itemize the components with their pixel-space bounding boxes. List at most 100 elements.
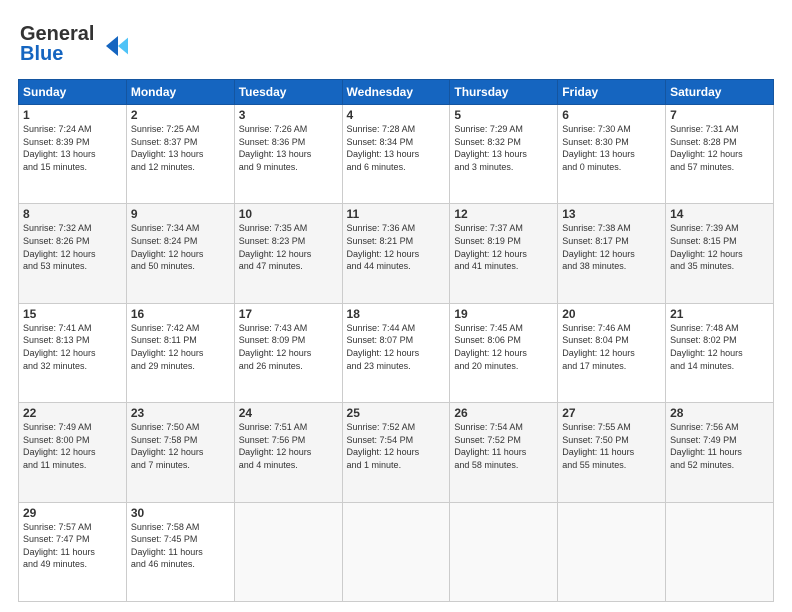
day-info: Sunrise: 7:25 AMSunset: 8:37 PMDaylight:… <box>131 123 230 173</box>
day-info: Sunrise: 7:37 AMSunset: 8:19 PMDaylight:… <box>454 222 553 272</box>
day-number: 18 <box>347 307 446 321</box>
day-info: Sunrise: 7:32 AMSunset: 8:26 PMDaylight:… <box>23 222 122 272</box>
day-info: Sunrise: 7:38 AMSunset: 8:17 PMDaylight:… <box>562 222 661 272</box>
day-number: 3 <box>239 108 338 122</box>
calendar-cell <box>234 502 342 601</box>
weekday-header-thursday: Thursday <box>450 80 558 105</box>
day-number: 10 <box>239 207 338 221</box>
calendar-week-1: 1Sunrise: 7:24 AMSunset: 8:39 PMDaylight… <box>19 105 774 204</box>
day-number: 12 <box>454 207 553 221</box>
calendar-cell: 16Sunrise: 7:42 AMSunset: 8:11 PMDayligh… <box>126 303 234 402</box>
svg-text:General: General <box>20 23 94 45</box>
svg-text:Blue: Blue <box>20 43 63 65</box>
calendar-cell: 6Sunrise: 7:30 AMSunset: 8:30 PMDaylight… <box>558 105 666 204</box>
weekday-header-sunday: Sunday <box>19 80 127 105</box>
calendar-cell: 5Sunrise: 7:29 AMSunset: 8:32 PMDaylight… <box>450 105 558 204</box>
calendar-cell: 26Sunrise: 7:54 AMSunset: 7:52 PMDayligh… <box>450 403 558 502</box>
calendar-cell: 18Sunrise: 7:44 AMSunset: 8:07 PMDayligh… <box>342 303 450 402</box>
calendar-cell: 15Sunrise: 7:41 AMSunset: 8:13 PMDayligh… <box>19 303 127 402</box>
day-info: Sunrise: 7:56 AMSunset: 7:49 PMDaylight:… <box>670 421 769 471</box>
weekday-header-tuesday: Tuesday <box>234 80 342 105</box>
day-info: Sunrise: 7:46 AMSunset: 8:04 PMDaylight:… <box>562 322 661 372</box>
calendar-cell: 8Sunrise: 7:32 AMSunset: 8:26 PMDaylight… <box>19 204 127 303</box>
day-info: Sunrise: 7:51 AMSunset: 7:56 PMDaylight:… <box>239 421 338 471</box>
day-number: 1 <box>23 108 122 122</box>
calendar-cell: 2Sunrise: 7:25 AMSunset: 8:37 PMDaylight… <box>126 105 234 204</box>
calendar-cell <box>342 502 450 601</box>
day-info: Sunrise: 7:43 AMSunset: 8:09 PMDaylight:… <box>239 322 338 372</box>
day-info: Sunrise: 7:24 AMSunset: 8:39 PMDaylight:… <box>23 123 122 173</box>
day-number: 8 <box>23 207 122 221</box>
day-info: Sunrise: 7:26 AMSunset: 8:36 PMDaylight:… <box>239 123 338 173</box>
day-number: 5 <box>454 108 553 122</box>
calendar-cell: 29Sunrise: 7:57 AMSunset: 7:47 PMDayligh… <box>19 502 127 601</box>
day-info: Sunrise: 7:28 AMSunset: 8:34 PMDaylight:… <box>347 123 446 173</box>
calendar-header-row: SundayMondayTuesdayWednesdayThursdayFrid… <box>19 80 774 105</box>
day-info: Sunrise: 7:44 AMSunset: 8:07 PMDaylight:… <box>347 322 446 372</box>
day-number: 15 <box>23 307 122 321</box>
day-number: 21 <box>670 307 769 321</box>
day-number: 14 <box>670 207 769 221</box>
calendar-cell: 20Sunrise: 7:46 AMSunset: 8:04 PMDayligh… <box>558 303 666 402</box>
weekday-header-wednesday: Wednesday <box>342 80 450 105</box>
day-info: Sunrise: 7:31 AMSunset: 8:28 PMDaylight:… <box>670 123 769 173</box>
day-info: Sunrise: 7:58 AMSunset: 7:45 PMDaylight:… <box>131 521 230 571</box>
calendar-cell: 14Sunrise: 7:39 AMSunset: 8:15 PMDayligh… <box>666 204 774 303</box>
day-info: Sunrise: 7:36 AMSunset: 8:21 PMDaylight:… <box>347 222 446 272</box>
day-number: 16 <box>131 307 230 321</box>
day-info: Sunrise: 7:48 AMSunset: 8:02 PMDaylight:… <box>670 322 769 372</box>
calendar-cell: 25Sunrise: 7:52 AMSunset: 7:54 PMDayligh… <box>342 403 450 502</box>
calendar-cell: 23Sunrise: 7:50 AMSunset: 7:58 PMDayligh… <box>126 403 234 502</box>
day-number: 4 <box>347 108 446 122</box>
day-number: 6 <box>562 108 661 122</box>
day-info: Sunrise: 7:52 AMSunset: 7:54 PMDaylight:… <box>347 421 446 471</box>
day-info: Sunrise: 7:57 AMSunset: 7:47 PMDaylight:… <box>23 521 122 571</box>
day-number: 25 <box>347 406 446 420</box>
page: General Blue SundayMondayTuesdayWednesda… <box>0 0 792 612</box>
day-info: Sunrise: 7:49 AMSunset: 8:00 PMDaylight:… <box>23 421 122 471</box>
calendar-cell: 1Sunrise: 7:24 AMSunset: 8:39 PMDaylight… <box>19 105 127 204</box>
day-info: Sunrise: 7:39 AMSunset: 8:15 PMDaylight:… <box>670 222 769 272</box>
day-number: 9 <box>131 207 230 221</box>
day-number: 7 <box>670 108 769 122</box>
day-number: 23 <box>131 406 230 420</box>
day-number: 2 <box>131 108 230 122</box>
weekday-header-monday: Monday <box>126 80 234 105</box>
calendar-cell: 4Sunrise: 7:28 AMSunset: 8:34 PMDaylight… <box>342 105 450 204</box>
day-info: Sunrise: 7:34 AMSunset: 8:24 PMDaylight:… <box>131 222 230 272</box>
calendar-cell: 22Sunrise: 7:49 AMSunset: 8:00 PMDayligh… <box>19 403 127 502</box>
logo: General Blue <box>18 18 128 71</box>
calendar-cell: 21Sunrise: 7:48 AMSunset: 8:02 PMDayligh… <box>666 303 774 402</box>
calendar-cell: 10Sunrise: 7:35 AMSunset: 8:23 PMDayligh… <box>234 204 342 303</box>
calendar-cell: 7Sunrise: 7:31 AMSunset: 8:28 PMDaylight… <box>666 105 774 204</box>
day-info: Sunrise: 7:35 AMSunset: 8:23 PMDaylight:… <box>239 222 338 272</box>
calendar-cell <box>666 502 774 601</box>
calendar-week-3: 15Sunrise: 7:41 AMSunset: 8:13 PMDayligh… <box>19 303 774 402</box>
weekday-header-saturday: Saturday <box>666 80 774 105</box>
calendar-cell: 24Sunrise: 7:51 AMSunset: 7:56 PMDayligh… <box>234 403 342 502</box>
day-number: 11 <box>347 207 446 221</box>
day-info: Sunrise: 7:42 AMSunset: 8:11 PMDaylight:… <box>131 322 230 372</box>
calendar-cell <box>558 502 666 601</box>
header: General Blue <box>18 18 774 71</box>
day-info: Sunrise: 7:30 AMSunset: 8:30 PMDaylight:… <box>562 123 661 173</box>
day-info: Sunrise: 7:45 AMSunset: 8:06 PMDaylight:… <box>454 322 553 372</box>
day-number: 27 <box>562 406 661 420</box>
day-number: 30 <box>131 506 230 520</box>
calendar-week-4: 22Sunrise: 7:49 AMSunset: 8:00 PMDayligh… <box>19 403 774 502</box>
day-number: 29 <box>23 506 122 520</box>
day-number: 24 <box>239 406 338 420</box>
calendar-cell: 17Sunrise: 7:43 AMSunset: 8:09 PMDayligh… <box>234 303 342 402</box>
calendar-cell: 12Sunrise: 7:37 AMSunset: 8:19 PMDayligh… <box>450 204 558 303</box>
calendar-cell: 3Sunrise: 7:26 AMSunset: 8:36 PMDaylight… <box>234 105 342 204</box>
day-info: Sunrise: 7:54 AMSunset: 7:52 PMDaylight:… <box>454 421 553 471</box>
weekday-header-friday: Friday <box>558 80 666 105</box>
calendar-cell <box>450 502 558 601</box>
day-info: Sunrise: 7:50 AMSunset: 7:58 PMDaylight:… <box>131 421 230 471</box>
calendar-cell: 11Sunrise: 7:36 AMSunset: 8:21 PMDayligh… <box>342 204 450 303</box>
day-number: 13 <box>562 207 661 221</box>
calendar-cell: 30Sunrise: 7:58 AMSunset: 7:45 PMDayligh… <box>126 502 234 601</box>
day-number: 19 <box>454 307 553 321</box>
calendar-week-2: 8Sunrise: 7:32 AMSunset: 8:26 PMDaylight… <box>19 204 774 303</box>
day-info: Sunrise: 7:41 AMSunset: 8:13 PMDaylight:… <box>23 322 122 372</box>
